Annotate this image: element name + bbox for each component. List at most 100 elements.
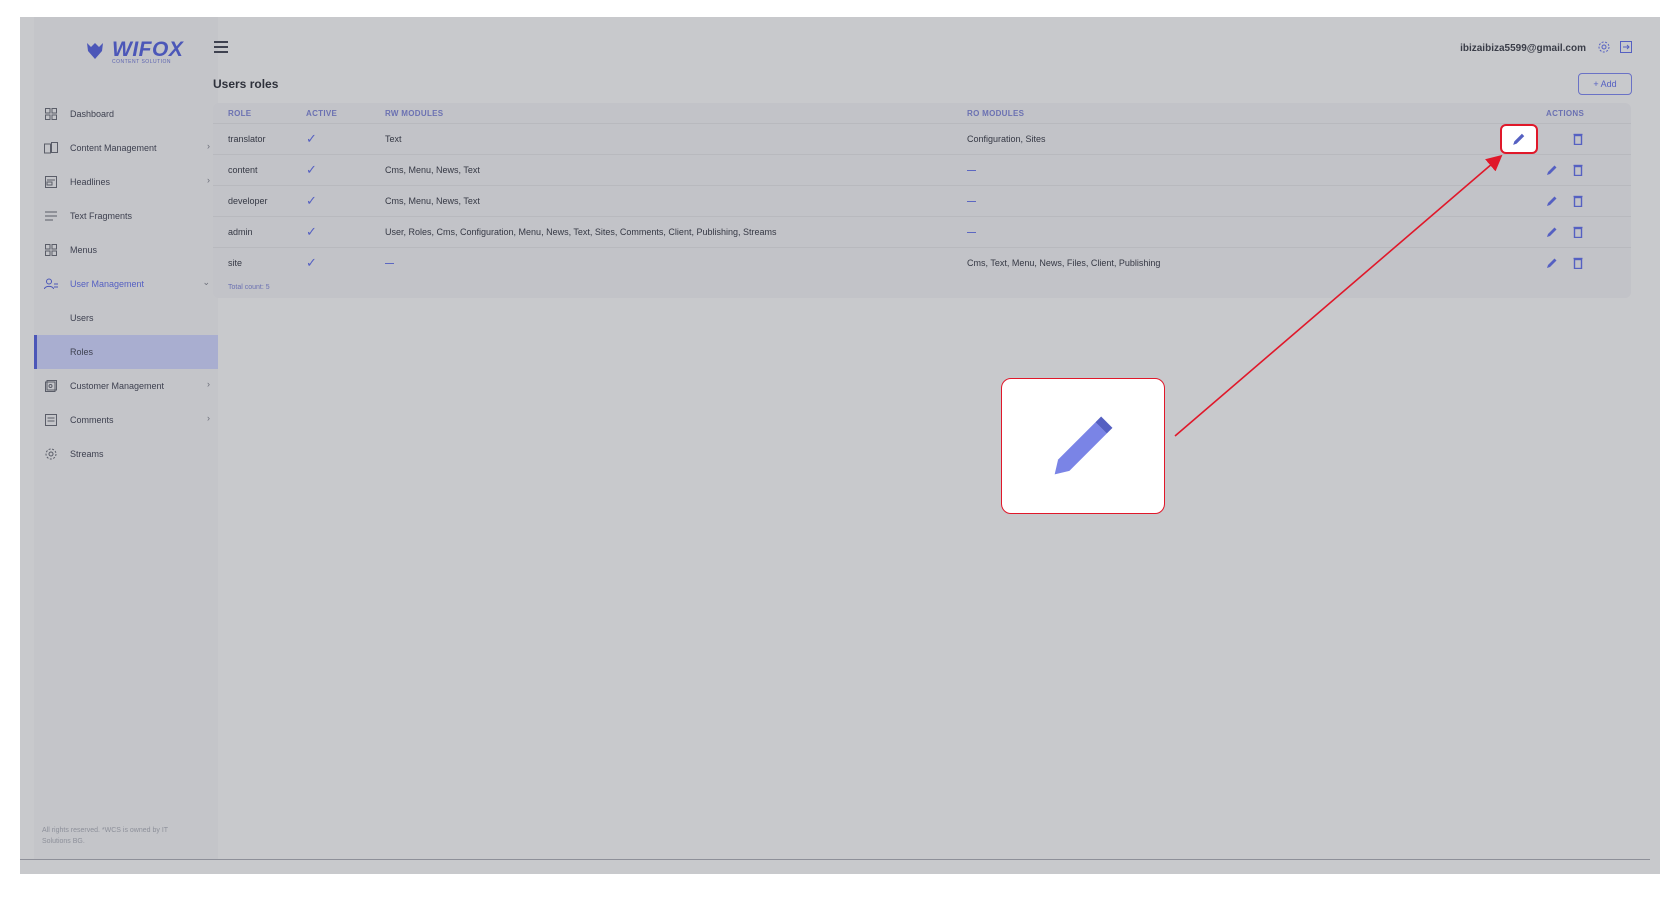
- sidebar-item-label: Headlines: [70, 177, 111, 187]
- comments-icon: [44, 414, 58, 426]
- cell-rw-modules: Cms, Menu, News, Text: [370, 185, 952, 217]
- delete-trash-icon[interactable]: [1572, 133, 1584, 145]
- sidebar-item-customer-management[interactable]: Customer Management ›: [34, 369, 218, 403]
- cell-active-check-icon: ✓: [291, 247, 370, 278]
- edit-button-highlight[interactable]: [1500, 124, 1538, 154]
- cell-role: admin: [213, 216, 291, 248]
- add-role-button[interactable]: + Add: [1578, 73, 1632, 95]
- cell-actions: [1531, 247, 1631, 278]
- settings-gear-icon[interactable]: [1598, 41, 1610, 53]
- brand-tagline: CONTENT SOLUTION: [112, 59, 172, 65]
- cell-active-check-icon: ✓: [291, 123, 370, 155]
- cell-role: site: [213, 247, 291, 278]
- table-row[interactable]: developer ✓ Cms, Menu, News, Text —: [213, 185, 1631, 217]
- sidebar-item-label: Content Management: [70, 143, 157, 153]
- sidebar-item-label: User Management: [70, 279, 145, 289]
- app-window: WIFOX CONTENT SOLUTION Dashboard Content…: [20, 17, 1660, 874]
- cell-rw-modules: User, Roles, Cms, Configuration, Menu, N…: [370, 216, 952, 248]
- headlines-icon: [44, 176, 58, 188]
- sidebar-item-content-management[interactable]: Content Management ›: [34, 131, 218, 165]
- chevron-right-icon: ›: [207, 413, 210, 423]
- cell-ro-modules: Configuration, Sites: [952, 123, 1531, 155]
- sidebar-item-label: Customer Management: [70, 381, 165, 391]
- sidebar-item-streams[interactable]: Streams: [34, 437, 218, 471]
- chevron-right-icon: ›: [207, 175, 210, 185]
- table-row[interactable]: translator ✓ Text Configuration, Sites: [213, 123, 1631, 155]
- customer-management-icon: [44, 380, 58, 392]
- content-management-icon: [44, 142, 58, 154]
- cell-actions: [1531, 185, 1631, 217]
- cell-rw-modules: Text: [370, 123, 952, 155]
- sidebar-item-headlines[interactable]: Headlines ›: [34, 165, 218, 199]
- cell-rw-modules: —: [370, 247, 952, 278]
- menus-icon: [44, 244, 58, 256]
- cell-ro-modules: —: [952, 185, 1531, 217]
- sidebar-item-label: Dashboard: [70, 109, 115, 119]
- footer-divider: [20, 859, 1650, 860]
- cell-actions: [1531, 154, 1631, 186]
- user-management-icon: [44, 278, 58, 290]
- cell-actions: [1531, 123, 1631, 155]
- streams-icon: [44, 448, 58, 460]
- sidebar-item-label: Comments: [70, 415, 114, 425]
- text-fragments-icon: [44, 210, 58, 222]
- chevron-right-icon: ›: [207, 141, 210, 151]
- sidebar-footer: All rights reserved. *WCS is owned by IT…: [42, 827, 168, 845]
- roles-table: ROLE ACTIVE RW MODULES RO MODULES ACTION…: [213, 103, 1631, 278]
- delete-trash-icon[interactable]: [1572, 164, 1584, 176]
- user-email[interactable]: ibizaibiza5599@gmail.com: [1460, 43, 1586, 54]
- sidebar-item-label: Streams: [70, 449, 104, 459]
- sidebar-subitem-roles[interactable]: Roles: [34, 335, 218, 369]
- sidebar-item-dashboard[interactable]: Dashboard: [34, 97, 218, 131]
- edit-pencil-icon: [1513, 133, 1525, 145]
- edit-pencil-icon[interactable]: [1546, 164, 1558, 176]
- edit-pencil-icon[interactable]: [1546, 195, 1558, 207]
- brand-name: WIFOX: [112, 38, 184, 61]
- cell-ro-modules: —: [952, 154, 1531, 186]
- column-header-ro-modules[interactable]: RO MODULES: [952, 103, 1531, 124]
- sidebar-item-text-fragments[interactable]: Text Fragments: [34, 199, 218, 233]
- chevron-right-icon: ›: [207, 379, 210, 389]
- sidebar-item-user-management[interactable]: User Management ⌄: [34, 267, 218, 301]
- sidebar-item-label: Text Fragments: [70, 211, 133, 221]
- cell-ro-modules: Cms, Text, Menu, News, Files, Client, Pu…: [952, 247, 1531, 278]
- cell-active-check-icon: ✓: [291, 185, 370, 217]
- column-header-rw-modules[interactable]: RW MODULES: [370, 103, 952, 124]
- cell-role: developer: [213, 185, 291, 217]
- cell-ro-modules: —: [952, 216, 1531, 248]
- sidebar-item-label: Menus: [70, 245, 98, 255]
- logo-icon: [87, 43, 103, 59]
- total-count: Total count: 5: [228, 284, 270, 291]
- table-row[interactable]: site ✓ — Cms, Text, Menu, News, Files, C…: [213, 247, 1631, 278]
- logo[interactable]: WIFOX: [84, 39, 183, 61]
- column-header-role[interactable]: ROLE: [213, 103, 291, 124]
- cell-actions: [1531, 216, 1631, 248]
- cell-role: translator: [213, 123, 291, 155]
- cell-active-check-icon: ✓: [291, 154, 370, 186]
- sidebar-item-comments[interactable]: Comments ›: [34, 403, 218, 437]
- zoomed-pencil-icon: [1054, 416, 1113, 475]
- logout-icon[interactable]: [1620, 41, 1632, 53]
- sidebar-nav: Dashboard Content Management › Headlines…: [34, 97, 218, 471]
- chevron-down-icon: ⌄: [202, 277, 210, 287]
- delete-trash-icon[interactable]: [1572, 257, 1584, 269]
- sidebar: WIFOX CONTENT SOLUTION Dashboard Content…: [34, 17, 218, 860]
- delete-trash-icon[interactable]: [1572, 226, 1584, 238]
- cell-active-check-icon: ✓: [291, 216, 370, 248]
- table-header-row: ROLE ACTIVE RW MODULES RO MODULES ACTION…: [213, 103, 1631, 124]
- page-title: Users roles: [213, 77, 279, 91]
- column-header-actions: ACTIONS: [1546, 108, 1585, 118]
- dashboard-icon: [44, 108, 58, 120]
- table-row[interactable]: admin ✓ User, Roles, Cms, Configuration,…: [213, 216, 1631, 248]
- table-row[interactable]: content ✓ Cms, Menu, News, Text —: [213, 154, 1631, 186]
- edit-pencil-icon[interactable]: [1546, 257, 1558, 269]
- sidebar-item-menus[interactable]: Menus: [34, 233, 218, 267]
- hamburger-menu-icon[interactable]: [214, 41, 228, 55]
- zoomed-edit-callout: [1001, 378, 1165, 514]
- cell-role: content: [213, 154, 291, 186]
- delete-trash-icon[interactable]: [1572, 195, 1584, 207]
- sidebar-subitem-users[interactable]: Users: [34, 301, 218, 335]
- column-header-active[interactable]: ACTIVE: [291, 103, 370, 124]
- cell-rw-modules: Cms, Menu, News, Text: [370, 154, 952, 186]
- edit-pencil-icon[interactable]: [1546, 226, 1558, 238]
